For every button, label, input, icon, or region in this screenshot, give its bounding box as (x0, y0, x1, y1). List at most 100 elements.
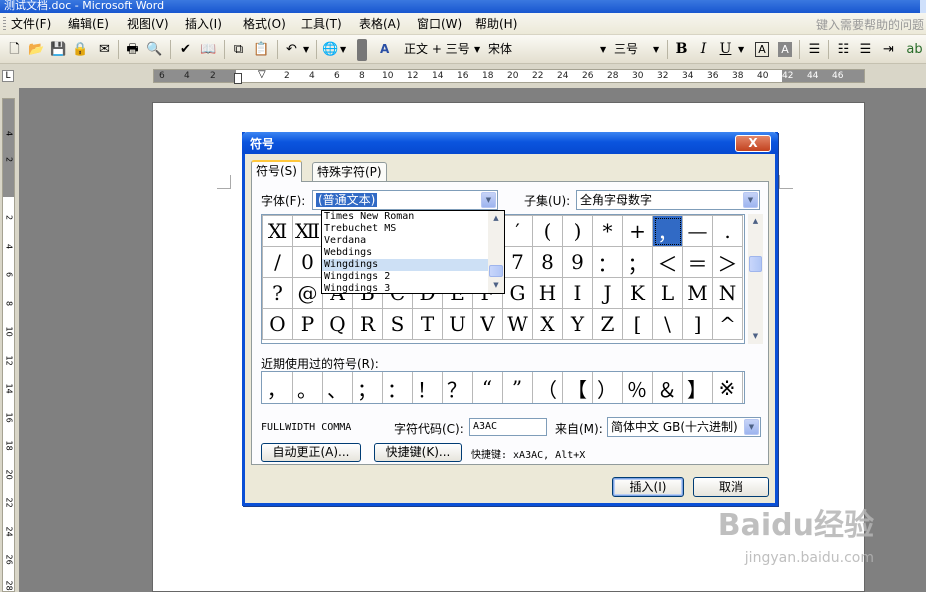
recent-symbol[interactable]: ？ (442, 372, 473, 403)
symbol-cell[interactable]: 8 (532, 246, 563, 278)
scroll-thumb[interactable] (749, 256, 762, 272)
help-search-input[interactable]: 键入需要帮助的问题 (816, 16, 924, 33)
window-control-icon[interactable] (920, 0, 926, 13)
character-shading-button[interactable]: A (778, 42, 792, 57)
subset-select[interactable]: 全角字母数字 ▼ (576, 190, 760, 210)
permission-icon[interactable]: 🔒 (72, 41, 89, 58)
symbol-cell[interactable]: ] (682, 308, 713, 340)
recent-symbol[interactable]: ； (352, 372, 383, 403)
font-option[interactable]: Trebuchet MS (322, 223, 504, 235)
recent-symbol[interactable]: ” (502, 372, 533, 403)
styles-pane-icon[interactable]: A (380, 41, 389, 58)
recent-symbol[interactable]: ： (382, 372, 413, 403)
font-option[interactable]: Verdana (322, 235, 504, 247)
symbol-cell[interactable]: L (652, 277, 683, 309)
chevron-down-icon[interactable]: ▼ (744, 419, 759, 435)
symbol-cell[interactable]: * (592, 215, 623, 247)
numbering-icon[interactable]: ☷ (835, 41, 852, 58)
print-icon[interactable]: 🖶 (124, 41, 141, 58)
font-select[interactable]: (普通文本) ▼ (312, 190, 498, 210)
symbol-cell[interactable]: \ (652, 308, 683, 340)
style-combo[interactable]: 正文 + 三号 (404, 41, 470, 58)
symbol-cell[interactable]: ＝ (682, 246, 713, 278)
symbol-cell[interactable]: Ⅺ (262, 215, 293, 247)
font-list-scrollbar[interactable]: ▲ ▼ (488, 211, 504, 293)
symbol-cell[interactable]: @ (292, 277, 323, 309)
recent-symbol[interactable]: （ (532, 372, 563, 403)
paste-icon[interactable]: 📋 (253, 41, 270, 58)
chevron-down-icon[interactable]: ▼ (481, 192, 496, 208)
undo-dropdown-icon[interactable]: ▼ (303, 41, 309, 58)
font-combo[interactable]: 宋体 (488, 41, 512, 58)
highlight-icon[interactable]: ab (906, 41, 923, 58)
menu-insert[interactable]: 插入(I) (185, 16, 222, 32)
symbol-cell[interactable]: G (502, 277, 533, 309)
symbol-cell[interactable]: [ (622, 308, 653, 340)
symbol-cell[interactable]: U (442, 308, 473, 340)
chevron-down-icon[interactable]: ▼ (743, 192, 758, 208)
symbol-cell[interactable]: Ⅻ (292, 215, 323, 247)
scroll-thumb[interactable] (489, 265, 503, 277)
symbol-cell[interactable]: O (262, 308, 293, 340)
indent-icon[interactable]: ⇥ (880, 41, 897, 58)
web-dropdown-icon[interactable]: ▼ (340, 41, 346, 58)
italic-button[interactable]: I (695, 41, 712, 58)
symbol-cell[interactable]: W (502, 308, 533, 340)
font-option-highlighted[interactable]: Wingdings (322, 259, 504, 271)
recent-symbol[interactable]: “ (472, 372, 503, 403)
bullets-icon[interactable]: ☰ (857, 41, 874, 58)
recent-symbol[interactable]: ％ (622, 372, 653, 403)
menu-file[interactable]: 文件(F) (11, 16, 51, 32)
font-option[interactable]: Wingdings 2 (322, 271, 504, 283)
scroll-up-icon[interactable]: ▲ (488, 211, 504, 226)
symbol-grid-scrollbar[interactable]: ▲ ▼ (748, 214, 763, 344)
toolbar-grip-icon[interactable] (357, 39, 367, 61)
recent-symbol[interactable]: 【 (562, 372, 593, 403)
spelling-icon[interactable]: ✔ (177, 41, 194, 58)
menu-table[interactable]: 表格(A) (359, 16, 401, 32)
menu-tools[interactable]: 工具(T) (301, 16, 342, 32)
menu-window[interactable]: 窗口(W) (417, 16, 462, 32)
underline-button[interactable]: U (717, 41, 734, 58)
symbol-cell[interactable]: N (712, 277, 743, 309)
symbol-cell[interactable]: ： (592, 246, 623, 278)
character-border-button[interactable]: A (755, 42, 769, 57)
font-size-dropdown-icon[interactable]: ▼ (653, 41, 659, 58)
symbol-cell[interactable]: / (262, 246, 293, 278)
menu-edit[interactable]: 编辑(E) (68, 16, 109, 32)
save-icon[interactable]: 💾 (50, 41, 67, 58)
font-dropdown-list[interactable]: Times New Roman Trebuchet MS Verdana Web… (321, 210, 505, 294)
print-preview-icon[interactable]: 🔍 (146, 41, 163, 58)
email-icon[interactable]: ✉ (96, 41, 113, 58)
vertical-ruler-strip[interactable]: 4 2 2 4 6 8 10 12 14 16 18 20 22 24 26 2… (2, 98, 15, 592)
symbol-cell[interactable]: M (682, 277, 713, 309)
tab-stop-selector[interactable]: L (2, 70, 14, 82)
scroll-down-icon[interactable]: ▼ (748, 329, 763, 344)
symbol-cell[interactable]: Q (322, 308, 353, 340)
recent-symbols-grid[interactable]: ， 。 、 ； ： ！ ？ “ ” （ 【 ） ％ ＆ 】 ※ (261, 371, 745, 404)
symbol-cell[interactable]: V (472, 308, 503, 340)
symbol-cell[interactable]: I (562, 277, 593, 309)
font-size-combo[interactable]: 三号 (614, 41, 638, 58)
symbol-cell[interactable]: H (532, 277, 563, 309)
recent-symbol[interactable]: ＆ (652, 372, 683, 403)
selected-symbol-cell[interactable]: ， (652, 215, 683, 247)
symbol-cell[interactable]: J (592, 277, 623, 309)
symbol-cell[interactable]: R (352, 308, 383, 340)
style-dropdown-icon[interactable]: ▼ (474, 41, 480, 58)
symbol-cell[interactable]: S (382, 308, 413, 340)
undo-icon[interactable]: ↶ (283, 41, 300, 58)
research-icon[interactable]: 📖 (200, 41, 217, 58)
symbol-cell[interactable]: X (532, 308, 563, 340)
font-option[interactable]: Webdings (322, 247, 504, 259)
scroll-down-icon[interactable]: ▼ (488, 278, 504, 293)
symbol-cell[interactable]: K (622, 277, 653, 309)
symbol-cell[interactable]: 9 (562, 246, 593, 278)
symbol-cell[interactable]: Z (592, 308, 623, 340)
symbol-cell[interactable]: ^ (712, 308, 743, 340)
symbol-cell[interactable]: ′ (502, 215, 533, 247)
scroll-up-icon[interactable]: ▲ (748, 214, 763, 229)
left-indent-marker-icon[interactable] (234, 73, 242, 84)
symbol-cell[interactable]: ( (532, 215, 563, 247)
dialog-title-bar[interactable]: 符号 X (242, 132, 778, 154)
